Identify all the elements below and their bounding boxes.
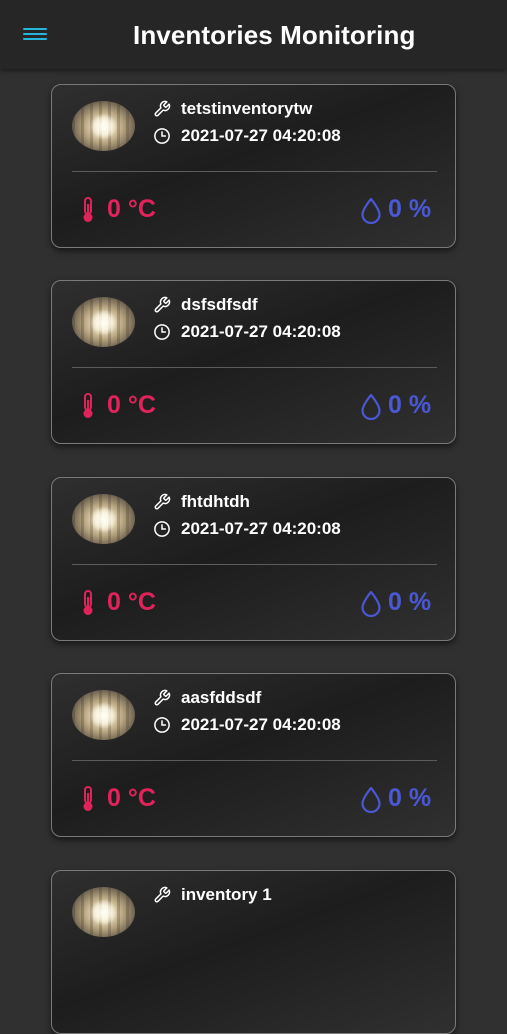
inventory-card[interactable]: inventory 1	[51, 870, 456, 1034]
wrench-icon	[153, 100, 171, 118]
inventory-card[interactable]: tetstinventorytw 2021-07-27 04:20:08 0 °…	[51, 84, 456, 248]
inventory-name: inventory 1	[181, 885, 272, 904]
thermometer-icon	[79, 785, 97, 813]
clock-icon	[153, 127, 171, 145]
last-update-timestamp: 2021-07-27 04:20:08	[181, 715, 341, 734]
page-title: Inventories Monitoring	[133, 20, 416, 50]
warehouse-thumbnail	[72, 887, 135, 937]
warehouse-thumbnail	[72, 494, 135, 544]
inventory-card[interactable]: fhtdhtdh 2021-07-27 04:20:08 0 °C 0 %	[51, 477, 456, 641]
divider	[72, 564, 437, 565]
clock-icon	[153, 323, 171, 341]
humidity-value: 0 %	[388, 391, 432, 419]
thermometer-icon	[79, 392, 97, 420]
humidity-value: 0 %	[388, 784, 432, 812]
divider	[72, 760, 437, 761]
temperature-value: 0 °C	[107, 195, 156, 223]
wrench-icon	[153, 493, 171, 511]
thermometer-icon	[79, 196, 97, 224]
thermometer-icon	[79, 589, 97, 617]
inventory-name: tetstinventorytw	[181, 99, 313, 118]
water-drop-icon	[359, 392, 383, 420]
temperature-value: 0 °C	[107, 784, 156, 812]
temperature-value: 0 °C	[107, 391, 156, 419]
inventory-name: fhtdhtdh	[181, 492, 250, 511]
warehouse-thumbnail	[72, 101, 135, 151]
inventory-card[interactable]: aasfddsdf 2021-07-27 04:20:08 0 °C 0 %	[51, 673, 456, 837]
last-update-timestamp: 2021-07-27 04:20:08	[181, 126, 341, 145]
wrench-icon	[153, 689, 171, 707]
inventory-name: aasfddsdf	[181, 688, 262, 707]
app-bar: Inventories Monitoring	[0, 0, 507, 69]
temperature-value: 0 °C	[107, 588, 156, 616]
wrench-icon	[153, 296, 171, 314]
water-drop-icon	[359, 196, 383, 224]
wrench-icon	[153, 886, 171, 904]
warehouse-thumbnail	[72, 690, 135, 740]
divider	[72, 367, 437, 368]
last-update-timestamp: 2021-07-27 04:20:08	[181, 322, 341, 341]
clock-icon	[153, 716, 171, 734]
humidity-value: 0 %	[388, 195, 432, 223]
divider	[72, 171, 437, 172]
warehouse-thumbnail	[72, 297, 135, 347]
water-drop-icon	[359, 589, 383, 617]
clock-icon	[153, 520, 171, 538]
hamburger-menu-icon[interactable]	[23, 26, 47, 44]
inventory-name: dsfsdfsdf	[181, 295, 258, 314]
inventory-list: tetstinventorytw 2021-07-27 04:20:08 0 °…	[0, 0, 507, 1034]
water-drop-icon	[359, 785, 383, 813]
last-update-timestamp: 2021-07-27 04:20:08	[181, 519, 341, 538]
inventory-card[interactable]: dsfsdfsdf 2021-07-27 04:20:08 0 °C 0 %	[51, 280, 456, 444]
humidity-value: 0 %	[388, 588, 432, 616]
